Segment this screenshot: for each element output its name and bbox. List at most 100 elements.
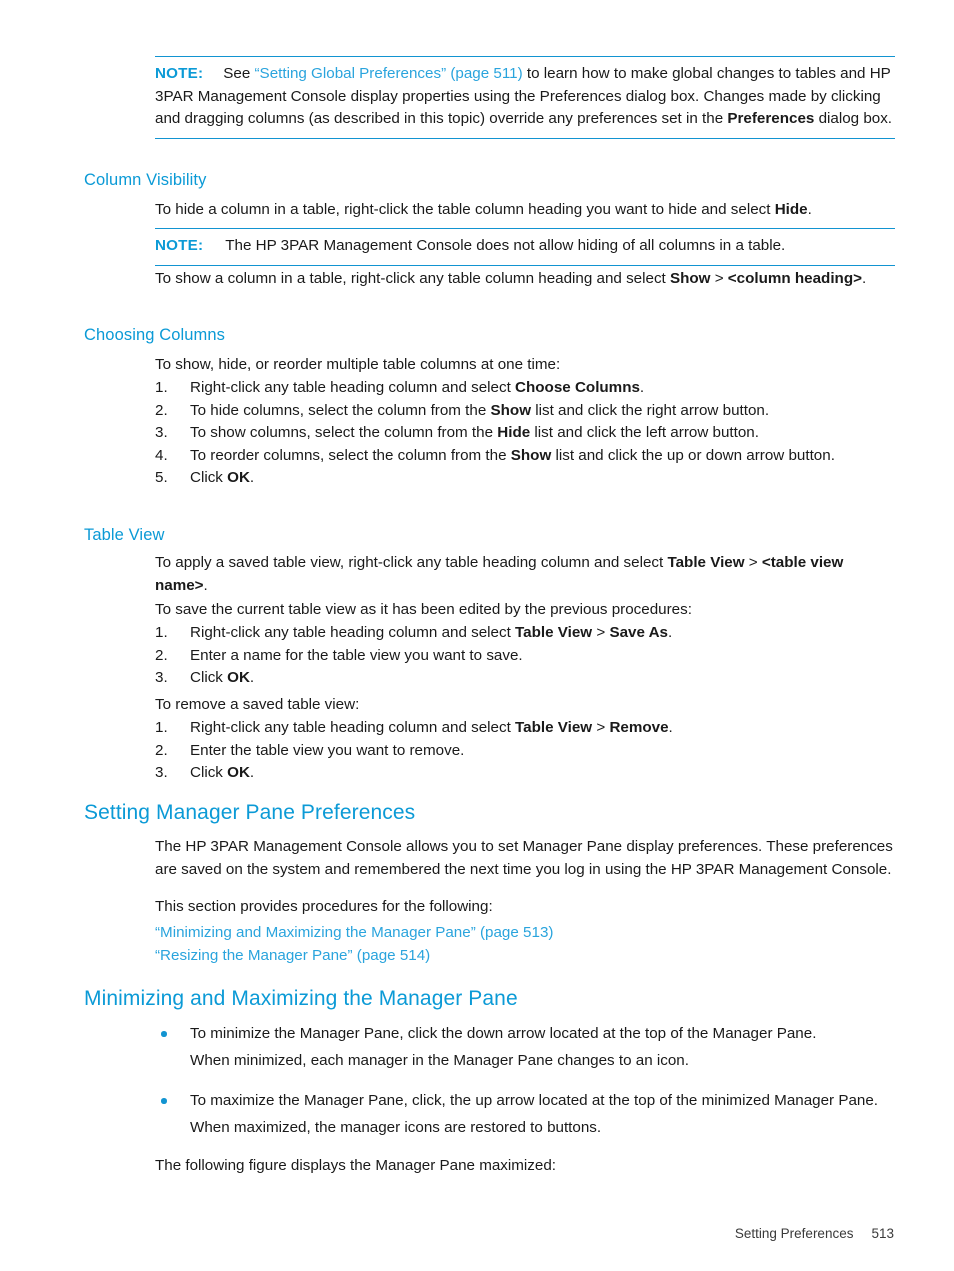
list-marker: 3. [155,424,168,441]
minimizing-bullet-item: To minimize the Manager Pane, click the … [155,1022,900,1073]
emphasis-term: OK [227,669,250,686]
cv-p2-bold-show: Show [669,270,711,287]
step-text: Right-click any table heading column and… [190,379,516,396]
list-marker: 1. [155,719,168,736]
table-view-remove-step-list: 1. Right-click any table heading column a… [155,717,900,785]
note-box-global-preferences: NOTE: See “Setting Global Preferences” (p… [155,56,895,139]
list-marker: 2. [155,401,168,419]
choosing-columns-step-item: 3. To show columns, select the column fro… [155,422,900,445]
list-marker: 4. [155,446,168,464]
bullet-primary-text: To maximize the Manager Pane, click, the… [190,1092,879,1109]
note-label: NOTE: [155,237,204,254]
bullet-secondary-text: When maximized, the manager icons are re… [190,1119,602,1136]
table-view-save-step-item: 2. Enter a name for the table view you wa… [155,645,900,668]
step-text: . [249,764,255,781]
step-text: Click [190,764,228,781]
choosing-columns-intro: To show, hide, or reorder multiple table… [155,356,561,373]
step-text: . [249,469,255,486]
bullet-secondary-text: When minimized, each manager in the Mana… [190,1052,689,1069]
step-text: To show columns, select the column from … [190,424,498,441]
tv-p1-mid: > [744,554,762,571]
step-text: . [639,379,645,396]
step-text: Click [190,669,228,686]
cross-reference-link[interactable]: “Resizing the Manager Pane” (page 514) [155,945,900,968]
cv-p2-bold-column-heading: <column heading> [727,270,862,287]
choosing-columns-step-item: 1. Right-click any table heading column a… [155,377,900,400]
table-view-save-intro: To save the current table view as it has… [155,601,692,618]
step-text: Enter a name for the table view you want… [190,646,523,664]
bullet-dot-icon [161,1031,167,1037]
step-text: Right-click any table heading column and… [190,719,516,736]
table-view-remove-step-item: 2. Enter the table view you want to remov… [155,740,900,763]
heading-table-view: Table View [84,526,165,544]
footer-page-number: 513 [871,1226,894,1241]
column-visibility-paragraph-show: To show a column in a table, right-click… [155,268,897,291]
table-view-remove-step-item: 1. Right-click any table heading column a… [155,717,900,740]
list-marker: 5. [155,469,168,486]
list-marker: 2. [155,646,168,664]
list-marker: 3. [155,764,168,781]
list-marker: 2. [155,741,168,759]
column-visibility-paragraph-hide: To hide a column in a table, right-click… [155,199,900,222]
step-text: list and click the up or down arrow butt… [551,446,835,464]
choosing-columns-step-item: 5. Click OK. [155,467,900,490]
heading-column-visibility: Column Visibility [84,171,207,189]
manager-pane-paragraph-2: This section provides procedures for the… [155,898,493,915]
tv-p1-b: . [203,576,208,594]
cv-p2-b: . [861,270,867,287]
emphasis-term: Choose Columns [515,379,640,396]
list-marker: 1. [155,379,168,396]
note-hiding-body: The HP 3PAR Management Console does not … [225,237,786,254]
emphasis-term: Hide [497,424,531,441]
note-box-hiding-columns: NOTE: The HP 3PAR Management Console does… [155,228,895,266]
bullet-primary-text: To minimize the Manager Pane, click the … [190,1025,817,1042]
step-text: To reorder columns, select the column fr… [190,446,511,464]
step-text: . [249,669,255,686]
table-view-save-step-list: 1. Right-click any table heading column a… [155,622,900,690]
emphasis-term: OK [227,469,250,486]
cv-p1-bold-hide: Hide [774,201,808,218]
table-view-save-step-item: 3. Click OK. [155,667,900,690]
table-view-remove-intro: To remove a saved table view: [155,696,360,713]
cv-p1-b: . [807,201,812,218]
note-top-bold-preferences: Preferences [727,110,815,127]
step-text: To hide columns, select the column from … [190,401,491,419]
note-hiding-text: NOTE: The HP 3PAR Management Console does… [155,235,895,258]
manager-pane-link-list: “Minimizing and Maximizing the Manager P… [155,922,900,967]
emphasis-term: OK [227,764,250,781]
table-view-save-step-item: 1. Right-click any table heading column a… [155,622,900,645]
heading-setting-manager-pane-preferences: Setting Manager Pane Preferences [84,801,416,824]
heading-choosing-columns: Choosing Columns [84,326,226,344]
table-view-paragraph-apply: To apply a saved table view, right-click… [155,552,897,597]
note-top-text: NOTE: See “Setting Global Preferences” (p… [155,63,895,131]
emphasis-term: Show [510,446,552,464]
choosing-columns-step-item: 4. To reorder columns, select the column … [155,445,900,468]
link-setting-global-preferences[interactable]: “Setting Global Preferences” (page 511) [255,65,523,82]
choosing-columns-step-item: 2. To hide columns, select the column fro… [155,400,900,423]
emphasis-term: Table View [515,624,593,641]
minimizing-closing-line: The following figure displays the Manage… [155,1157,556,1174]
note-label: NOTE: [155,65,204,82]
tv-p1-a: To apply a saved table view, right-click… [155,554,668,571]
emphasis-term: Remove [609,719,669,736]
document-page: NOTE: See “Setting Global Preferences” (p… [0,0,954,1271]
manager-pane-paragraph-1: The HP 3PAR Management Console allows yo… [155,838,893,878]
bullet-dot-icon [161,1098,167,1104]
step-text: . [668,719,673,736]
heading-minimizing-maximizing-manager-pane: Minimizing and Maximizing the Manager Pa… [84,987,518,1010]
page-footer: Setting Preferences 513 [735,1226,894,1241]
step-text: Click [190,469,228,486]
step-text: Right-click any table heading column and… [190,624,516,641]
cv-p1-a: To hide a column in a table, right-click… [155,201,775,218]
cv-p2-a: To show a column in a table, right-click… [155,270,670,287]
cv-p2-mid: > [710,270,728,287]
minimizing-bullet-list: To minimize the Manager Pane, click the … [155,1022,900,1140]
minimizing-bullet-item: To maximize the Manager Pane, click, the… [155,1089,900,1140]
emphasis-term: Save As [609,624,668,641]
cross-reference-link[interactable]: “Minimizing and Maximizing the Manager P… [155,922,900,945]
step-text: Enter the table view you want to remove. [190,741,465,759]
step-text: > [592,624,610,641]
choosing-columns-step-list: 1. Right-click any table heading column a… [155,377,900,490]
list-marker: 3. [155,669,168,686]
footer-section-title: Setting Preferences [734,1226,854,1241]
